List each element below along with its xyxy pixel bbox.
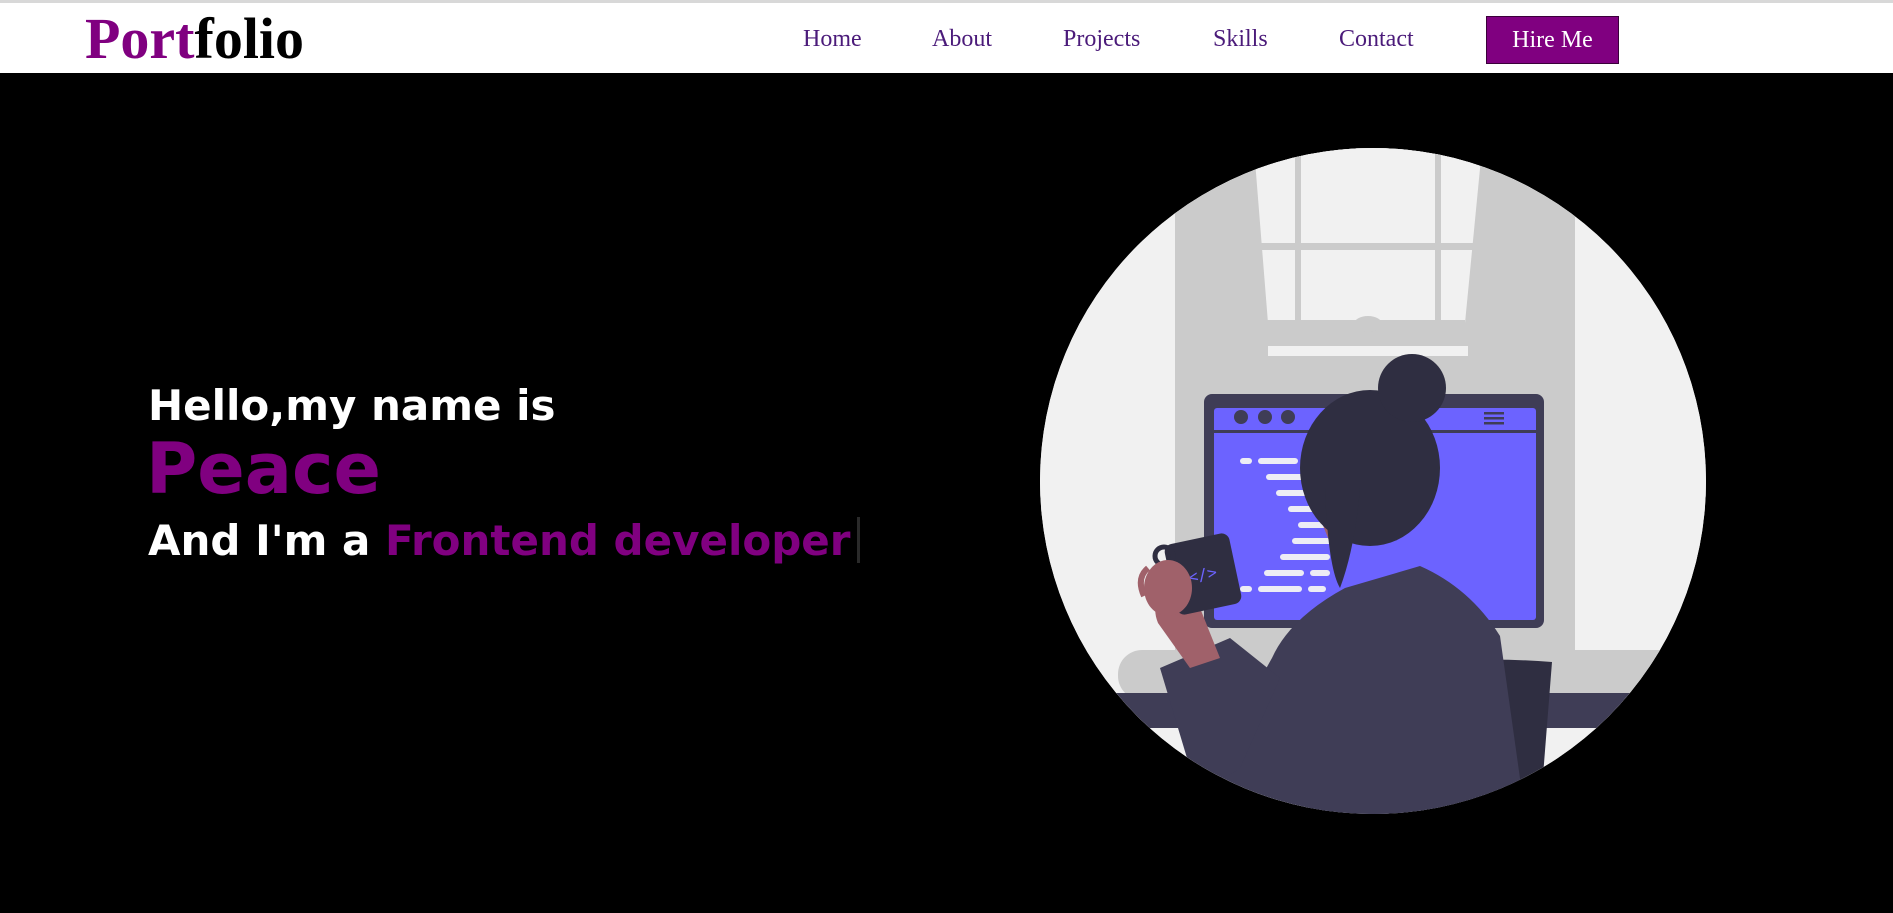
hero-greeting: Hello,my name is	[148, 381, 556, 430]
top-navbar: Portfolio Home About Projects Skills Con…	[0, 0, 1893, 73]
nav-link-contact[interactable]: Contact	[1339, 24, 1414, 54]
typing-cursor	[856, 517, 860, 563]
hero-role: Frontend developer	[384, 516, 851, 565]
hero-role-prefix: And I'm a	[148, 516, 385, 565]
developer-illustration: </>	[1040, 148, 1706, 814]
nav-link-home[interactable]: Home	[803, 24, 862, 54]
developer-at-desk-icon: </>	[1040, 148, 1706, 814]
hero-name: Peace	[146, 428, 381, 510]
nav-link-projects[interactable]: Projects	[1063, 24, 1140, 54]
hire-me-button[interactable]: Hire Me	[1486, 16, 1619, 64]
nav-link-skills[interactable]: Skills	[1213, 24, 1268, 54]
hero-section: Hello,my name is Peace And I'm a Fronten…	[0, 73, 1893, 913]
nav-link-about[interactable]: About	[932, 24, 992, 54]
hero-role-line: And I'm a Frontend developer	[148, 513, 860, 569]
